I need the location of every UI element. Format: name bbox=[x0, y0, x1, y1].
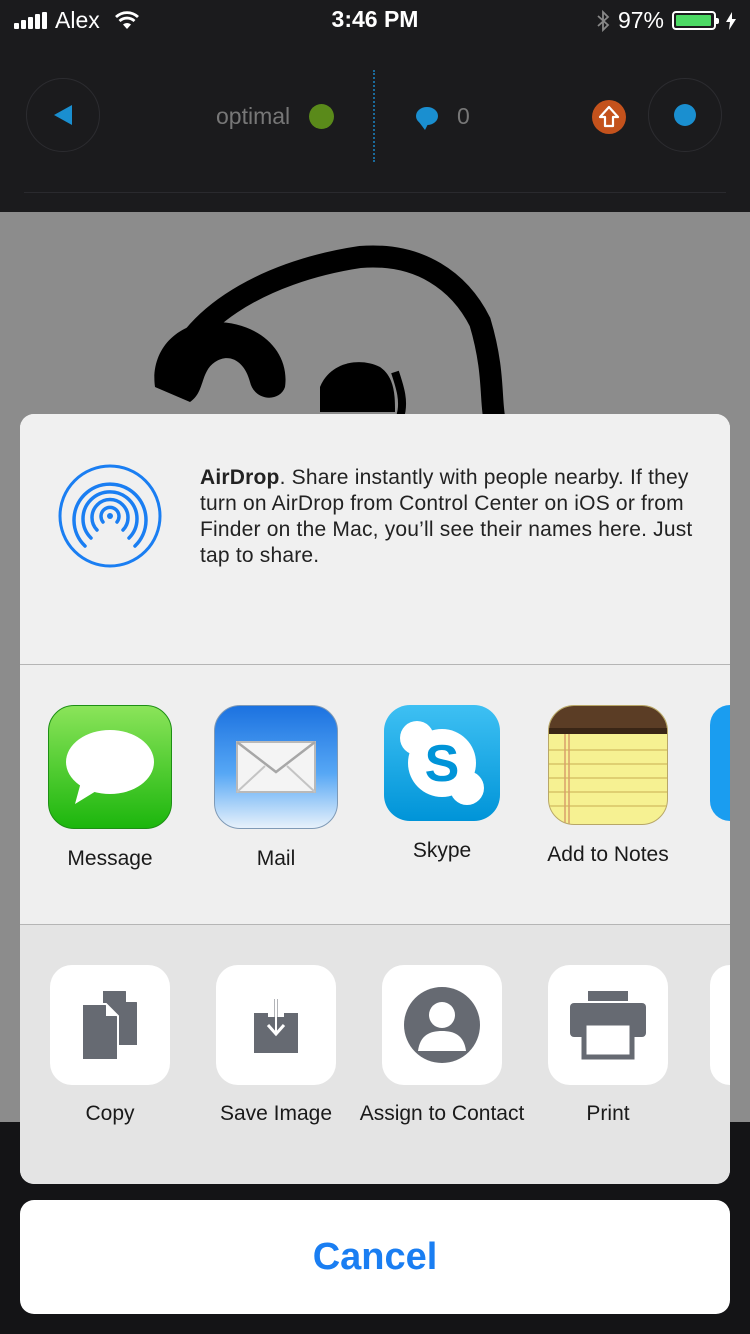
charging-icon bbox=[726, 11, 736, 30]
partial-app-icon bbox=[710, 705, 730, 821]
airdrop-icon bbox=[58, 464, 162, 568]
share-app-skype[interactable]: S Skype bbox=[359, 705, 525, 863]
action-copy[interactable]: Copy bbox=[27, 965, 193, 1127]
action-label: Save Image bbox=[219, 1102, 333, 1125]
app-label: Add to Notes bbox=[547, 843, 669, 866]
action-print[interactable]: Print bbox=[525, 965, 691, 1127]
contact-icon bbox=[382, 965, 502, 1085]
share-app-notes[interactable]: Add to Notes bbox=[525, 705, 691, 867]
app-label: Message bbox=[67, 847, 153, 870]
menu-dot-icon bbox=[674, 104, 696, 126]
print-icon bbox=[548, 965, 668, 1085]
header-divider bbox=[24, 192, 726, 193]
back-arrow-icon bbox=[54, 105, 72, 125]
upload-button[interactable] bbox=[592, 100, 626, 134]
svg-text:S: S bbox=[425, 735, 460, 793]
battery-icon bbox=[672, 11, 719, 30]
comment-count: 0 bbox=[457, 103, 470, 129]
share-app-mail[interactable]: Mail bbox=[193, 705, 359, 871]
action-label: Copy bbox=[85, 1102, 135, 1125]
action-save-image[interactable]: Save Image bbox=[193, 965, 359, 1127]
action-label: Assign to Contact bbox=[359, 1102, 525, 1125]
share-app-message[interactable]: Message bbox=[27, 705, 193, 871]
status-dot bbox=[309, 104, 334, 129]
airdrop-title: AirDrop bbox=[200, 466, 280, 489]
status-bar: Alex 3:46 PM 97% bbox=[0, 0, 750, 40]
comment-icon[interactable] bbox=[416, 107, 438, 130]
skype-app-icon: S bbox=[384, 705, 500, 821]
actions-row: Copy Save Image Assign to Contact Print bbox=[20, 925, 730, 1184]
copy-icon bbox=[50, 965, 170, 1085]
menu-button[interactable] bbox=[648, 78, 722, 152]
action-label: Print bbox=[586, 1102, 630, 1125]
share-app-partial[interactable] bbox=[710, 705, 730, 821]
back-button[interactable] bbox=[26, 78, 100, 152]
notes-app-icon bbox=[548, 705, 668, 825]
app-label: Skype bbox=[412, 839, 472, 862]
dotted-divider bbox=[373, 70, 375, 162]
partial-action-icon bbox=[710, 965, 730, 1085]
action-partial[interactable] bbox=[710, 965, 730, 1085]
app-header: optimal 0 bbox=[0, 40, 750, 212]
cancel-button[interactable]: Cancel bbox=[20, 1200, 730, 1314]
battery-percent: 97% bbox=[617, 7, 664, 33]
battery-fill bbox=[676, 15, 711, 26]
save-image-icon bbox=[216, 965, 336, 1085]
airdrop-description: AirDrop. Share instantly with people nea… bbox=[200, 465, 700, 569]
airdrop-section[interactable]: AirDrop. Share instantly with people nea… bbox=[20, 414, 730, 664]
share-sheet: AirDrop. Share instantly with people nea… bbox=[20, 414, 730, 1184]
apps-row: Message Mail S Skype Add to Notes bbox=[20, 665, 730, 924]
bluetooth-icon bbox=[597, 9, 610, 32]
status-right: 97% bbox=[596, 7, 736, 34]
messages-app-icon bbox=[48, 705, 172, 829]
status-label: optimal bbox=[216, 103, 291, 129]
app-label: Mail bbox=[256, 847, 296, 870]
mail-app-icon bbox=[214, 705, 338, 829]
action-assign-contact[interactable]: Assign to Contact bbox=[359, 965, 525, 1127]
upload-arrow-icon bbox=[598, 105, 620, 128]
